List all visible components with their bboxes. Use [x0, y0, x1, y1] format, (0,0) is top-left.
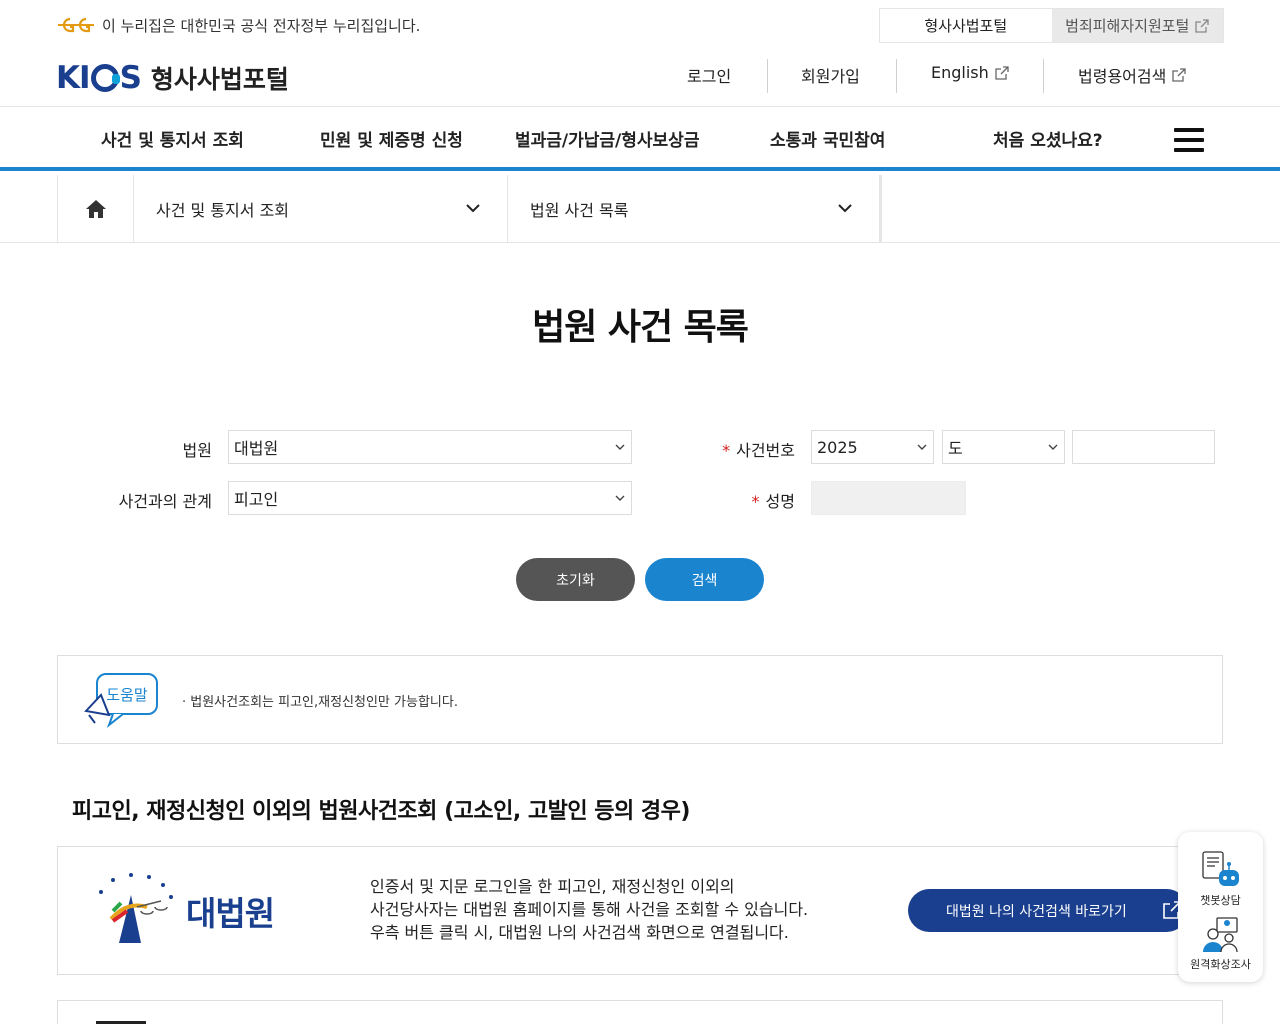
help-text: · 법원사건조회는 피고인,재정신청인만 가능합니다.: [182, 695, 458, 710]
chevron-down-icon: [1048, 444, 1058, 450]
supreme-court-name: 대법원: [186, 894, 275, 933]
util-divider: [1043, 59, 1044, 93]
video-call-icon: [1202, 917, 1238, 953]
search-button[interactable]: 검색: [645, 558, 764, 601]
main-nav: 사건 및 통지서 조회 민원 및 제증명 신청 벌과금/가납금/형사보상금 소통…: [0, 107, 1280, 171]
help-badge: 도움말: [106, 686, 148, 704]
portal-tabs: 형사사법포털 범죄피해자지원포털: [879, 8, 1224, 43]
help-box: 도움말 · 법원사건조회는 피고인,재정신청인만 가능합니다.: [57, 655, 1223, 744]
util-divider: [767, 59, 768, 93]
case-number-input[interactable]: [1072, 430, 1215, 464]
login-link[interactable]: 로그인: [687, 63, 731, 87]
gov-notice: 이 누리집은 대한민국 공식 전자정부 누리집입니다.: [56, 13, 420, 37]
relation-select[interactable]: 피고인: [228, 481, 632, 515]
glossary-link[interactable]: 법령용어검색: [1078, 63, 1186, 87]
name-label: * 성명: [751, 492, 795, 511]
megaphone-help-icon: 도움말: [84, 673, 158, 728]
chatbot-button[interactable]: 챗봇상담: [1178, 850, 1263, 908]
chevron-down-icon: [615, 495, 625, 501]
reset-button[interactable]: 초기화: [516, 558, 635, 601]
external-link-icon: [1172, 68, 1186, 82]
name-input[interactable]: [811, 481, 966, 515]
chevron-down-icon: [615, 444, 625, 450]
court-select[interactable]: 대법원: [228, 430, 632, 464]
nav-fines[interactable]: 벌과금/가납금/형사보상금: [515, 126, 699, 151]
supreme-court-description: 인증서 및 지문 로그인을 한 피고인, 재정신청인 이외의 사건당사자는 대법…: [370, 877, 809, 942]
breadcrumb: 사건 및 통지서 조회 법원 사건 목록: [0, 175, 1280, 243]
case-number-label: * 사건번호: [722, 441, 795, 460]
gov-emblem-icon: [58, 17, 94, 33]
external-link-icon: [1195, 18, 1209, 33]
external-link-icon: [995, 65, 1009, 80]
supreme-court-box: 대법원 인증서 및 지문 로그인을 한 피고인, 재정신청인 이외의 사건당사자…: [57, 846, 1223, 975]
floating-quick-menu: 챗봇상담 원격화상조사: [1178, 832, 1263, 982]
page-title: 법원 사건 목록: [532, 307, 749, 348]
supreme-court-search-button[interactable]: 대법원 나의 사건검색 바로가기: [908, 889, 1188, 932]
util-divider: [896, 59, 897, 93]
tab-criminal-portal[interactable]: 형사사법포털: [880, 9, 1052, 42]
case-year-select[interactable]: 2025: [811, 430, 934, 464]
breadcrumb-level2-select[interactable]: 법원 사건 목록: [508, 175, 880, 243]
chevron-down-icon: [466, 204, 480, 213]
breadcrumb-spacer: [880, 175, 1280, 243]
gov-notice-text: 이 누리집은 대한민국 공식 전자정부 누리집입니다.: [102, 16, 421, 35]
court-label: 법원: [182, 441, 212, 460]
english-link[interactable]: English: [931, 63, 1009, 82]
chevron-down-icon: [917, 444, 927, 450]
nav-civil-petition[interactable]: 민원 및 제증명 신청: [320, 126, 463, 151]
menu-icon[interactable]: [1174, 128, 1204, 152]
gov-strip: 이 누리집은 대한민국 공식 전자정부 누리집입니다. 형사사법포털 범죄피해자…: [0, 0, 1280, 50]
home-button[interactable]: [57, 175, 134, 243]
nav-case-inquiry[interactable]: 사건 및 통지서 조회: [101, 126, 244, 151]
breadcrumb-level1-select[interactable]: 사건 및 통지서 조회: [134, 175, 508, 243]
required-mark: *: [751, 492, 760, 511]
relation-label: 사건과의 관계: [118, 492, 212, 511]
signup-link[interactable]: 회원가입: [801, 63, 860, 87]
video-investigation-button[interactable]: 원격화상조사: [1178, 914, 1263, 972]
home-icon: [85, 200, 106, 218]
tab-victim-portal[interactable]: 범죄피해자지원포털: [1051, 9, 1223, 42]
logo-text: 형사사법포털: [150, 65, 289, 94]
case-type-select[interactable]: 도: [942, 430, 1065, 464]
required-mark: *: [722, 441, 731, 460]
site-header: KI S 형사사법포털 로그인 회원가입 English 법령용어검색: [0, 50, 1280, 107]
nav-first-visit[interactable]: 처음 오셨나요?: [993, 126, 1103, 151]
site-logo[interactable]: KI S 형사사법포털: [56, 60, 289, 96]
next-section-box: [57, 1000, 1223, 1024]
chevron-down-icon: [838, 204, 852, 213]
chatbot-icon: [1201, 851, 1239, 886]
other-inquiry-title: 피고인, 재정신청인 이외의 법원사건조회 (고소인, 고발인 등의 경우): [72, 799, 690, 824]
nav-participation[interactable]: 소통과 국민참여: [770, 126, 885, 151]
kics-logo-mark: KI S: [56, 60, 142, 96]
